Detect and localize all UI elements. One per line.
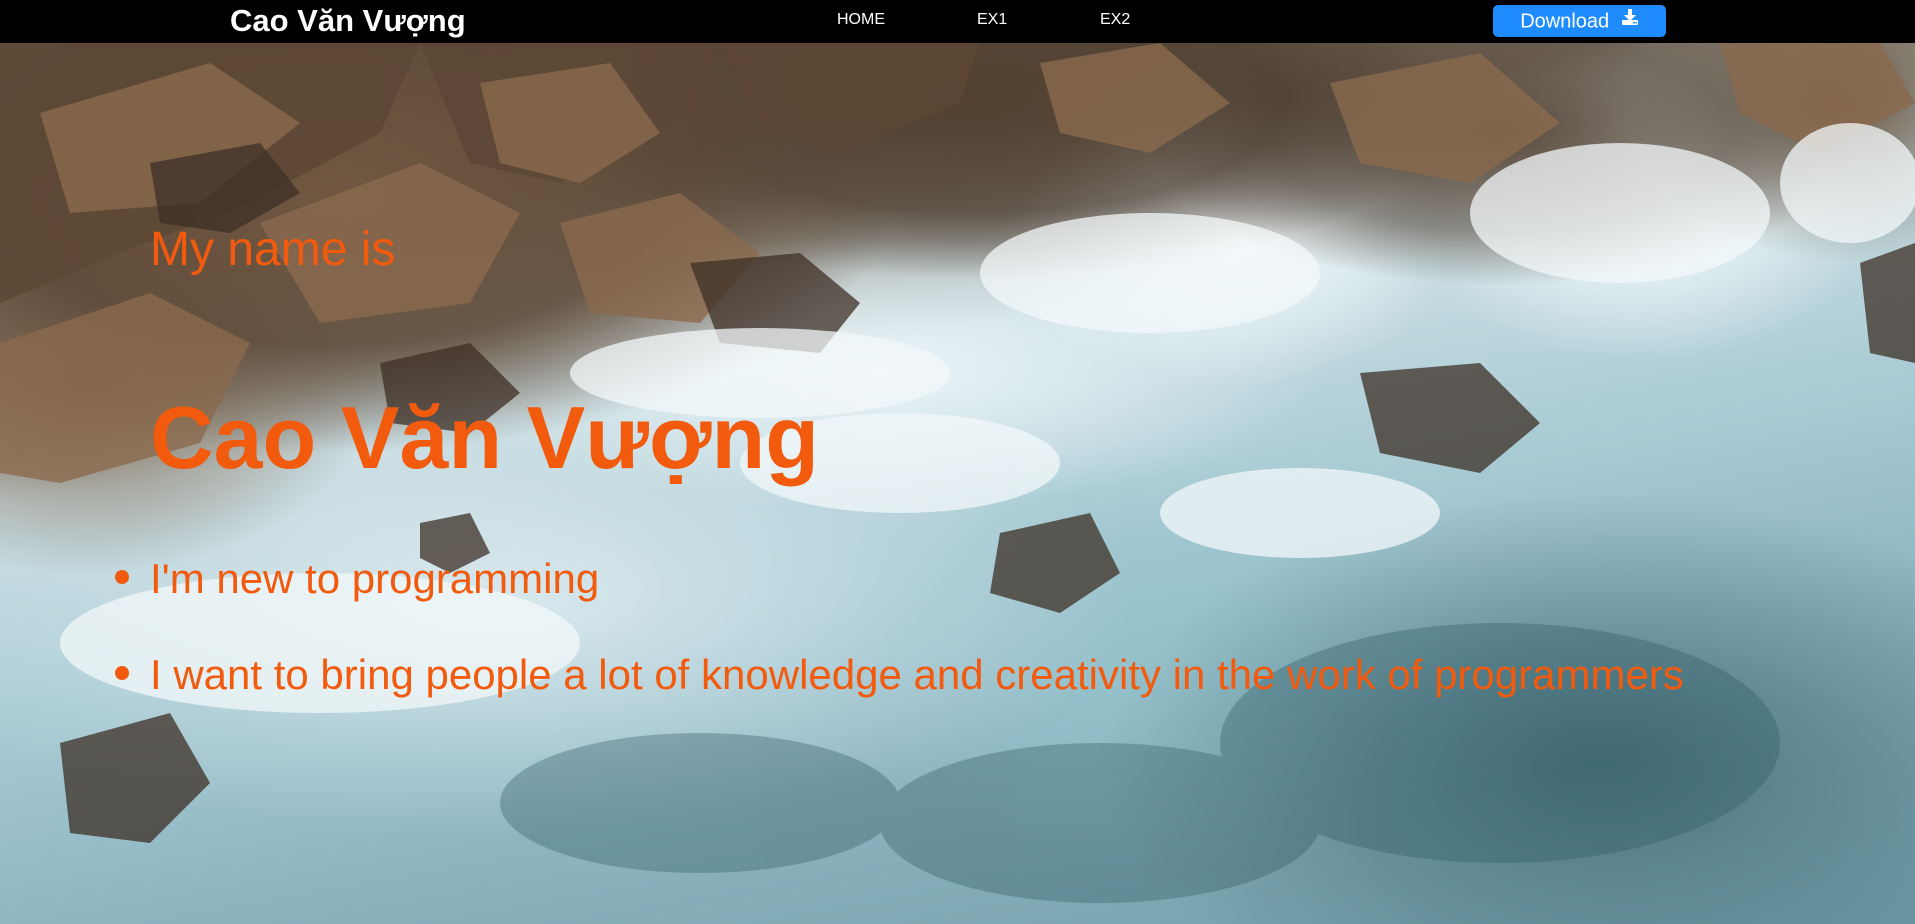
about-list-item: I want to bring people a lot of knowledg… [115, 627, 1690, 723]
top-navbar: Cao Văn Vượng HOME EX1 EX2 Download [0, 0, 1915, 43]
download-button-label: Download [1520, 10, 1610, 33]
bullet-dot-icon [115, 666, 129, 680]
nav-link-ex1[interactable]: EX1 [977, 10, 1007, 30]
hero-name-heading: Cao Văn Vượng [150, 388, 820, 487]
download-icon [1621, 4, 1639, 36]
nav-link-home[interactable]: HOME [837, 10, 885, 30]
intro-text: My name is [150, 223, 396, 276]
about-list-item: I'm new to programming [115, 531, 1690, 627]
bullet-dot-icon [115, 570, 129, 584]
about-list-item-text: I'm new to programming [150, 555, 600, 602]
about-list-item-text: I want to bring people a lot of knowledg… [150, 651, 1684, 698]
brand-logo-link[interactable]: Cao Văn Vượng [230, 3, 466, 39]
about-list: I'm new to programming I want to bring p… [115, 531, 1690, 723]
download-button[interactable]: Download [1493, 5, 1666, 37]
nav-link-ex2[interactable]: EX2 [1100, 10, 1130, 30]
